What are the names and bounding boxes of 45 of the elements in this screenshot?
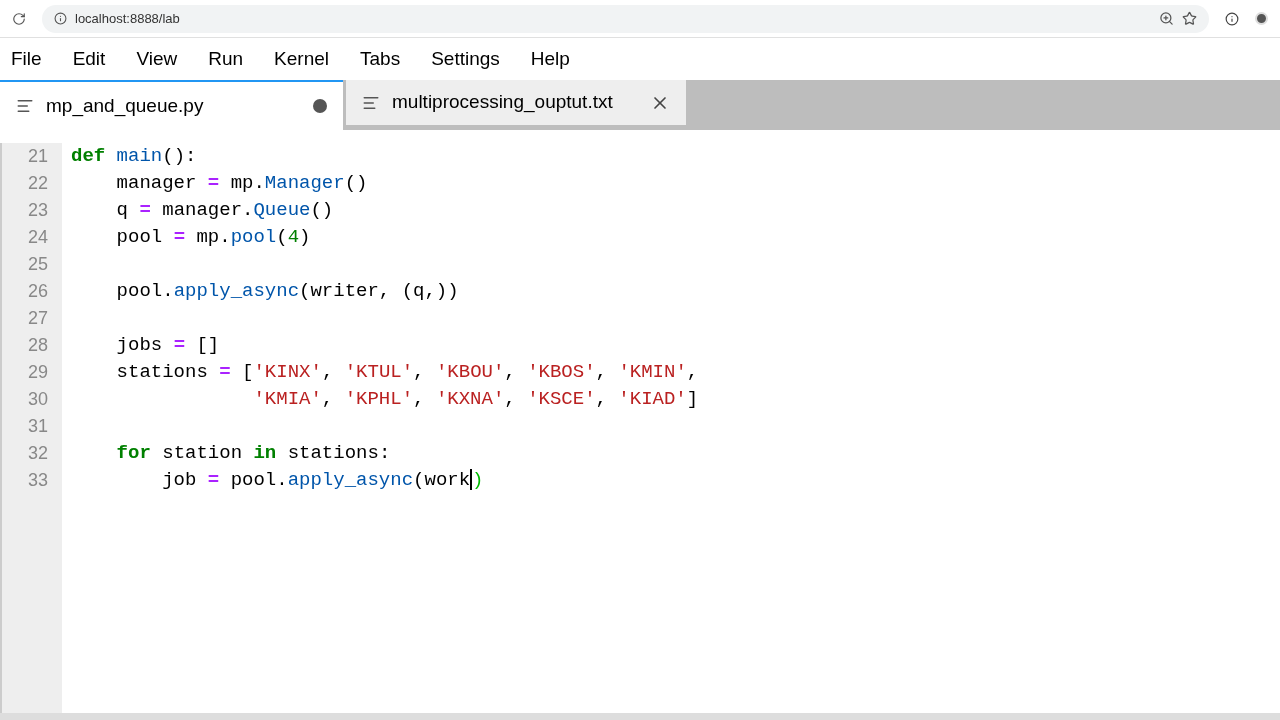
- menu-item[interactable]: Run: [208, 44, 244, 74]
- line-number: 22: [26, 172, 49, 195]
- code-line: q = manager.Queue(): [115, 199, 334, 221]
- line-number: 25: [26, 253, 49, 276]
- code-line: pool = mp.pool(4): [115, 226, 311, 248]
- zoom-icon[interactable]: [1159, 11, 1174, 26]
- tab-label: multiprocessing_ouptut.txt: [392, 90, 614, 115]
- code-line: jobs = []: [115, 334, 220, 356]
- bookmark-star-icon[interactable]: [1182, 11, 1197, 26]
- text-file-icon: [16, 97, 34, 115]
- line-number: 31: [26, 415, 49, 438]
- menu-item[interactable]: Kernel: [274, 44, 329, 74]
- code-line: job = pool.apply_async(work): [161, 469, 484, 491]
- line-number: 28: [26, 334, 49, 357]
- menu-item[interactable]: View: [136, 44, 178, 74]
- file-tab[interactable]: mp_and_queue.py: [0, 80, 343, 130]
- menu-item[interactable]: Settings: [431, 44, 500, 74]
- code-line: def main():: [71, 145, 197, 167]
- code-line: 'KMIA', 'KPHL', 'KXNA', 'KSCE', 'KIAD']: [252, 388, 699, 410]
- info-icon[interactable]: [54, 12, 67, 25]
- line-number: 33: [26, 469, 49, 492]
- file-tab[interactable]: multiprocessing_ouptut.txt: [346, 80, 686, 125]
- extension-icon[interactable]: [1225, 11, 1239, 26]
- menu-item[interactable]: Tabs: [360, 44, 401, 74]
- line-number: 24: [26, 226, 49, 249]
- code-line: for station in stations:: [115, 442, 391, 464]
- line-number: 27: [26, 307, 49, 330]
- url-text: localhost:8888/lab: [75, 9, 180, 28]
- code-line: manager = mp.Manager(): [115, 172, 368, 194]
- line-number: 32: [26, 442, 49, 465]
- address-bar[interactable]: localhost:8888/lab: [42, 4, 1209, 33]
- line-number: 21: [26, 145, 49, 168]
- line-number: 23: [26, 199, 49, 222]
- profile-icon[interactable]: [1255, 12, 1268, 25]
- menu-item[interactable]: Help: [530, 44, 570, 74]
- reload-icon[interactable]: [12, 11, 26, 26]
- line-number: 30: [26, 388, 49, 411]
- line-number: 29: [26, 361, 49, 384]
- line-number: 26: [26, 280, 49, 303]
- menu-item[interactable]: Edit: [72, 44, 106, 74]
- tab-label: mp_and_queue.py: [46, 93, 205, 119]
- text-cursor: [470, 469, 473, 491]
- code-line: pool.apply_async(writer, (q,)): [115, 280, 459, 302]
- menu-item[interactable]: File: [11, 44, 42, 74]
- code-line: stations = ['KINX', 'KTUL', 'KBOU', 'KBOS', 'KMIN',: [115, 361, 699, 383]
